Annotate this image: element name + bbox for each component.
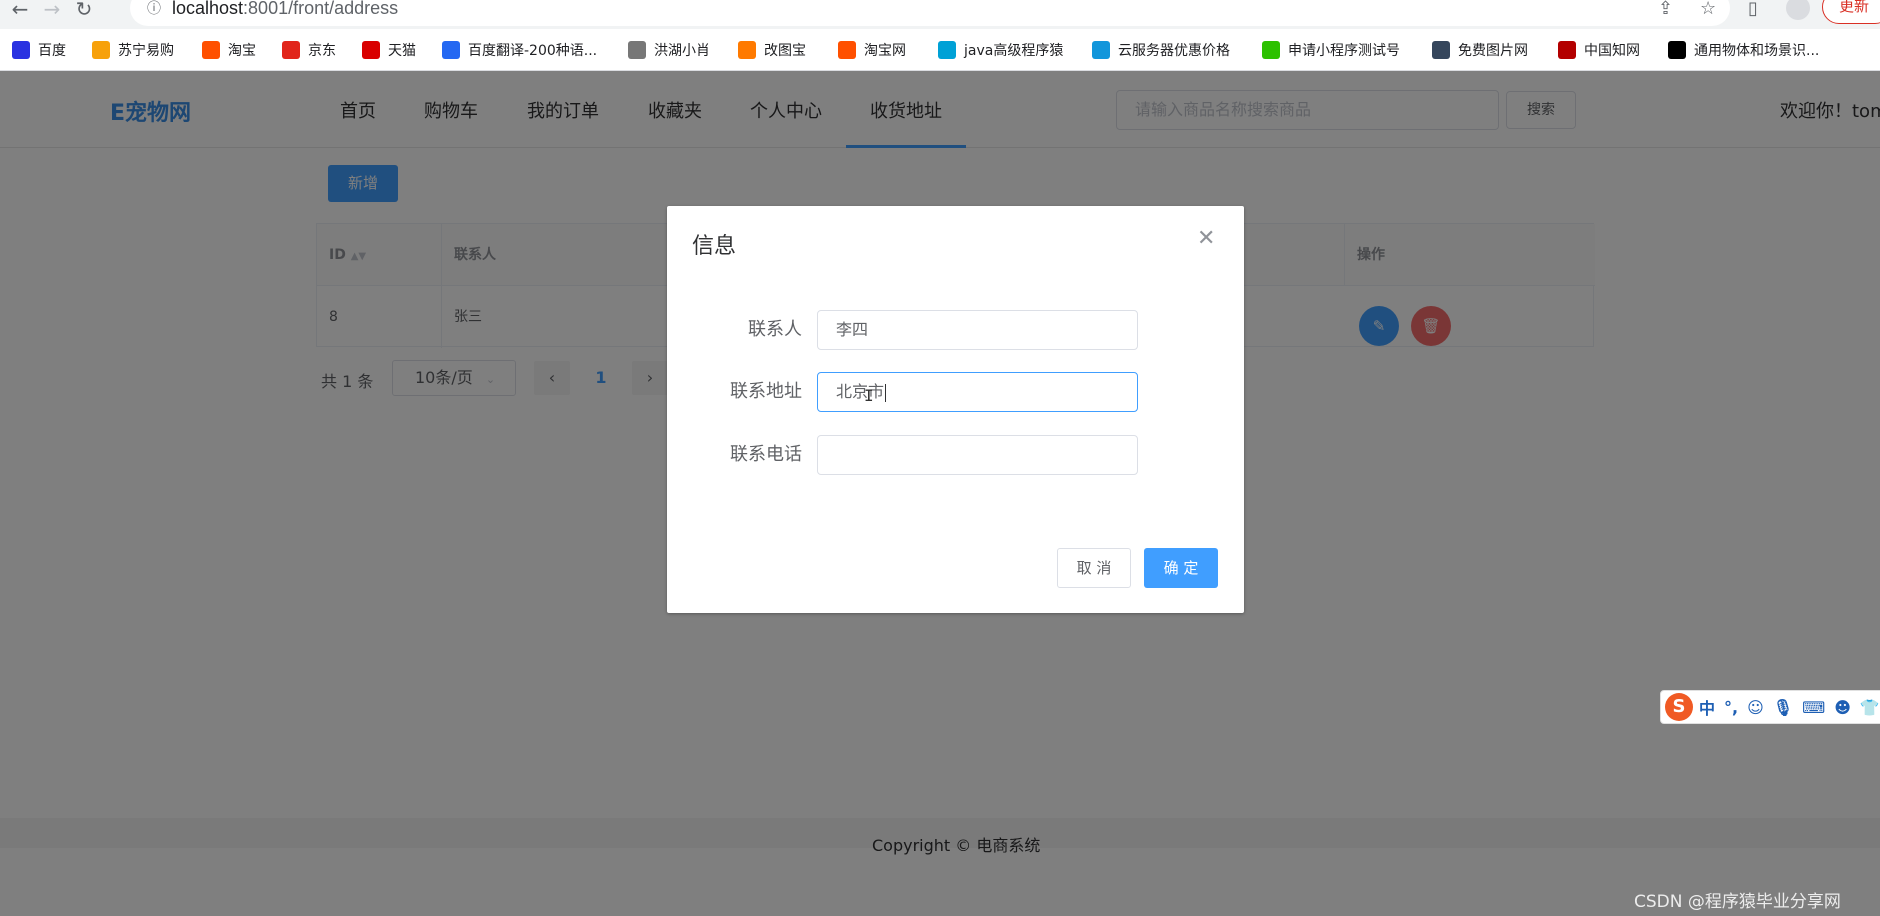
phone-label: 联系电话 [730, 444, 802, 465]
bookmark-item[interactable]: 百度 [12, 39, 66, 61]
bookmark-item[interactable]: 改图宝 [738, 39, 806, 61]
bilibili-icon [938, 41, 956, 59]
sidebar-icon[interactable]: ▯ [1748, 0, 1758, 18]
phone-input[interactable] [817, 435, 1138, 475]
back-icon[interactable]: ← [8, 0, 32, 20]
bookmark-label: 京东 [308, 43, 336, 59]
bookmark-label: 苏宁易购 [118, 43, 174, 59]
bookmark-item[interactable]: 淘宝 [202, 39, 256, 61]
bookmark-label: 百度 [38, 43, 66, 59]
bookmark-item[interactable]: java高级程序猿 [938, 39, 1063, 61]
url-text[interactable]: localhost:8001/front/address [172, 0, 398, 18]
bookmark-item[interactable]: 天猫 [362, 39, 416, 61]
text-cursor [885, 383, 887, 402]
bookmark-label: 天猫 [388, 43, 416, 59]
bookmark-item[interactable]: 免费图片网 [1432, 39, 1528, 61]
bookmark-item[interactable]: 淘宝网 [838, 39, 906, 61]
bookmark-label: 免费图片网 [1458, 43, 1528, 59]
dialog-title: 信息 [692, 234, 737, 259]
browser-toolbar: ← → ↻ ⓘ localhost:8001/front/address ⇪ ☆… [0, 0, 1880, 29]
bookmark-label: 改图宝 [764, 43, 806, 59]
ime-mode-toggle[interactable]: 中 [1699, 695, 1715, 719]
wechat-icon [1262, 41, 1280, 59]
bookmark-item[interactable]: 苏宁易购 [92, 39, 174, 61]
bookmarks-bar: 百度 苏宁易购 淘宝 京东 天猫 百度翻译-200种语... 洪湖小肖 改图宝 淘宝网 java高… [0, 29, 1880, 71]
reload-icon[interactable]: ↻ [72, 0, 96, 20]
bookmark-label: 洪湖小肖 [654, 43, 710, 59]
wings-icon [628, 41, 646, 59]
translate-icon [442, 41, 460, 59]
bookmark-label: 淘宝 [228, 43, 256, 59]
bookmark-item[interactable]: 申请小程序测试号 [1262, 39, 1400, 61]
share-icon[interactable]: ⇪ [1658, 0, 1673, 18]
mouse-ibeam-icon: I [864, 386, 874, 405]
bookmark-label: 申请小程序测试号 [1288, 43, 1400, 59]
bookmark-item[interactable]: 京东 [282, 39, 336, 61]
update-button[interactable]: 更新 [1822, 0, 1880, 24]
ime-toolbar[interactable]: S 中 °, ☺ 🎙 ⌨ ☻ 👕 [1660, 690, 1880, 724]
bookmark-label: 中国知网 [1584, 43, 1640, 59]
bookmark-item[interactable]: 通用物体和场景识... [1668, 39, 1819, 61]
user-icon[interactable]: ☻ [1834, 698, 1851, 717]
cnki-icon [1558, 41, 1576, 59]
microphone-icon[interactable]: 🎙 [1773, 698, 1793, 717]
bookmark-item[interactable]: 百度翻译-200种语... [442, 39, 597, 61]
site-info-icon[interactable]: ⓘ [147, 0, 161, 18]
cancel-button[interactable]: 取 消 [1057, 548, 1131, 588]
jd-icon [282, 41, 300, 59]
cloud-icon [1092, 41, 1110, 59]
ime-punctuation-toggle[interactable]: °, [1724, 698, 1738, 717]
contact-label: 联系人 [748, 319, 802, 340]
bookmark-label: 云服务器优惠价格 [1118, 43, 1230, 59]
keyboard-icon[interactable]: ⌨ [1802, 698, 1825, 717]
profile-avatar-icon[interactable] [1786, 0, 1810, 20]
bookmark-label: 淘宝网 [864, 43, 906, 59]
suning-icon [92, 41, 110, 59]
forward-icon[interactable]: → [40, 0, 64, 20]
bookmark-item[interactable]: 洪湖小肖 [628, 39, 710, 61]
gaitubao-icon [738, 41, 756, 59]
bookmark-item[interactable]: 云服务器优惠价格 [1092, 39, 1230, 61]
bookmark-label: 通用物体和场景识... [1694, 43, 1820, 59]
tmall-icon [362, 41, 380, 59]
emoji-icon[interactable]: ☺ [1747, 698, 1764, 717]
bookmark-label: java高级程序猿 [964, 43, 1064, 59]
ai-icon [1668, 41, 1686, 59]
taobao-icon [838, 41, 856, 59]
taobao-icon [202, 41, 220, 59]
bookmark-label: 百度翻译-200种语... [468, 43, 598, 59]
contact-input[interactable]: 李四 [817, 310, 1138, 350]
skin-shirt-icon[interactable]: 👕 [1860, 698, 1880, 717]
bookmark-item[interactable]: 中国知网 [1558, 39, 1640, 61]
tumblr-icon [1432, 41, 1450, 59]
confirm-button[interactable]: 确 定 [1144, 548, 1218, 588]
star-icon[interactable]: ☆ [1700, 0, 1716, 18]
address-dialog: 信息 ✕ 联系人 李四 联系地址 北京市 联系电话 取 消 确 定 [667, 206, 1244, 613]
baidu-paw-icon [12, 41, 30, 59]
csdn-watermark: CSDN @程序猿毕业分享网 [1634, 892, 1841, 912]
sogou-logo-icon[interactable]: S [1665, 693, 1693, 721]
close-icon[interactable]: ✕ [1197, 228, 1215, 250]
address-label: 联系地址 [730, 381, 802, 402]
